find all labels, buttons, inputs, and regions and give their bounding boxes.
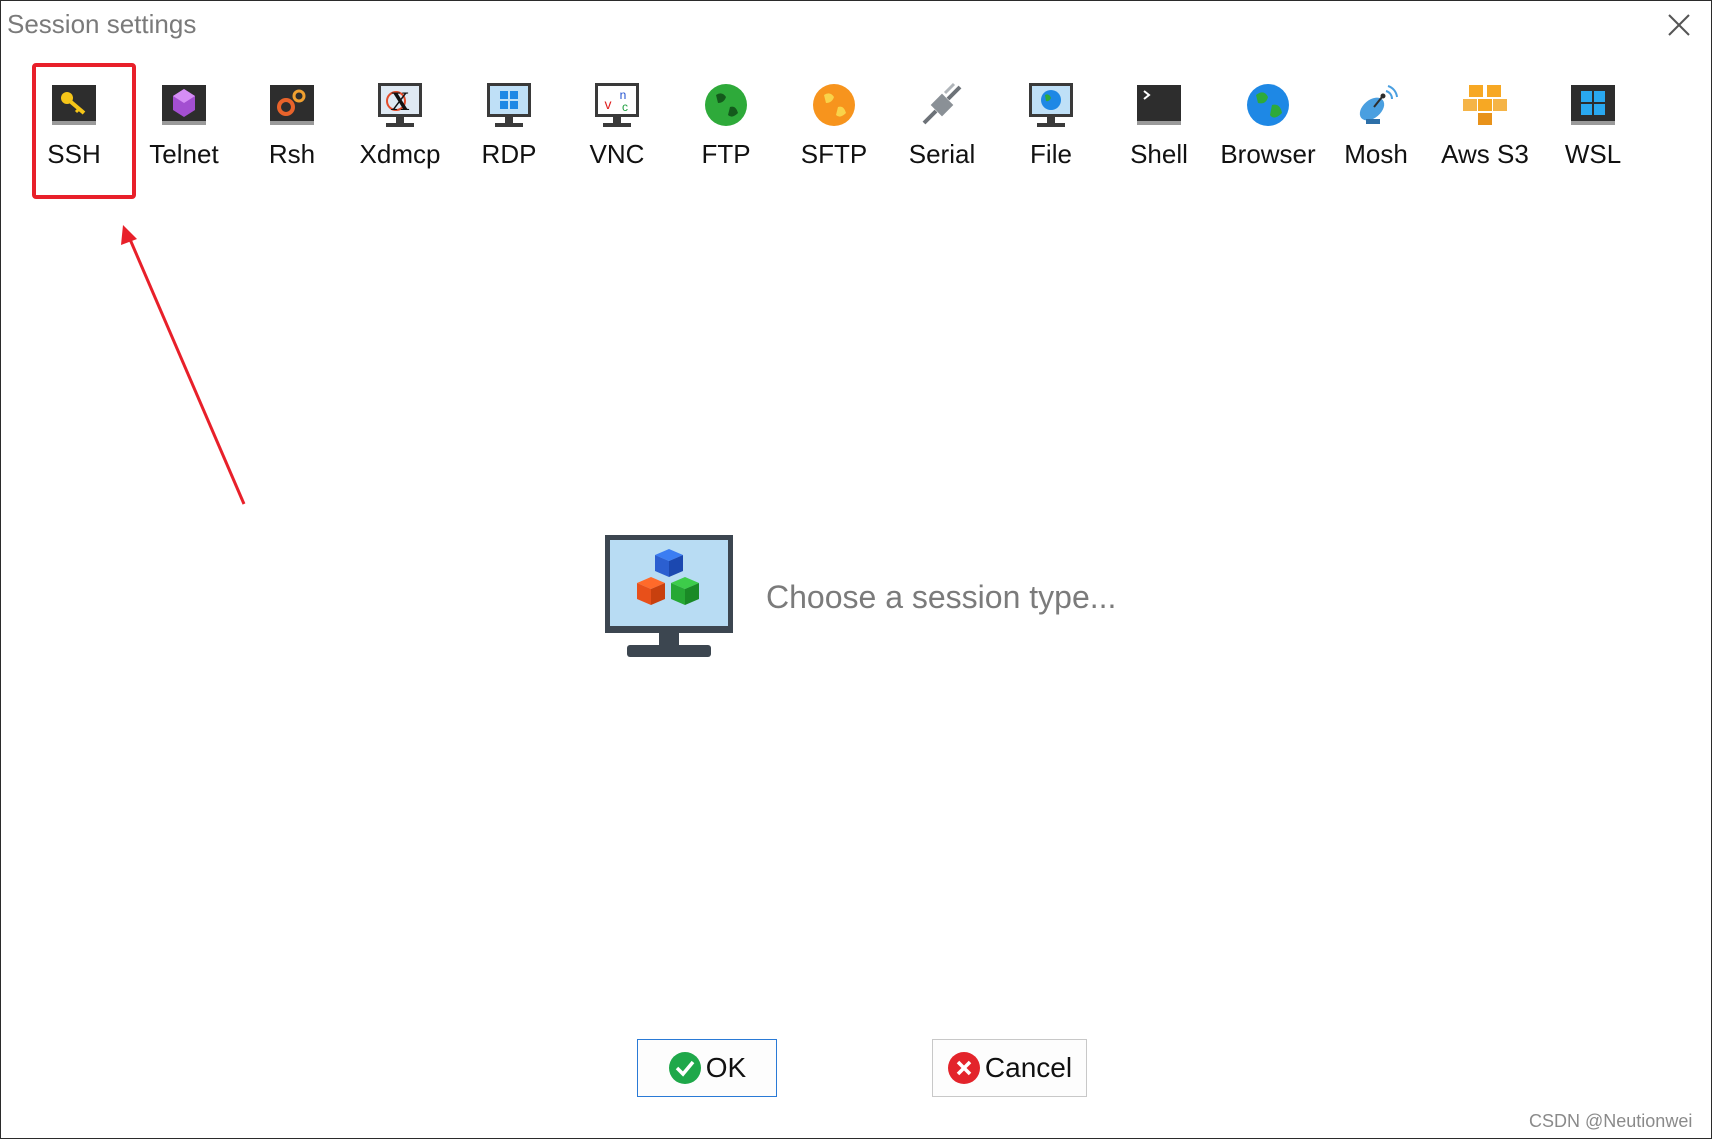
session-label: Aws S3 [1441,139,1529,169]
rsh-gears-icon [270,85,314,125]
session-type-vnc[interactable]: v n c VNC [567,79,667,179]
session-type-wsl[interactable]: WSL [1543,79,1643,179]
ok-button[interactable]: OK [637,1039,777,1097]
session-label: RDP [481,139,537,169]
session-label: File [1030,139,1072,169]
ok-button-label: OK [705,1052,747,1083]
session-label: Serial [908,139,976,169]
session-type-sftp[interactable]: SFTP [784,79,884,179]
session-label: Browser [1220,139,1316,169]
session-type-browser[interactable]: Browser [1218,79,1318,179]
session-label: WSL [1564,139,1622,169]
browser-globe-icon [1247,84,1289,126]
telnet-icon [162,85,206,125]
file-globe-icon [1029,83,1073,127]
session-label: FTP [701,139,751,169]
session-monitor-icon [605,535,733,657]
session-label: VNC [589,139,645,169]
session-type-xdmcp[interactable]: X Xdmcp [350,79,450,179]
session-type-telnet[interactable]: Telnet [134,79,234,179]
xdmcp-icon: X [378,83,422,127]
session-label: Rsh [268,139,316,169]
session-type-aws-s3[interactable]: Aws S3 [1435,79,1535,179]
vnc-icon: v n c [595,83,639,127]
ftp-globe-icon [705,84,747,126]
session-type-serial[interactable]: Serial [892,79,992,179]
dialog-title: Session settings [7,9,197,39]
session-type-rdp[interactable]: RDP [459,79,559,179]
session-label: Mosh [1344,139,1408,169]
session-label: Xdmcp [359,139,441,169]
session-type-shell[interactable]: Shell [1109,79,1209,179]
svg-text:v: v [605,96,612,112]
session-label: SFTP [800,139,868,169]
watermark: CSDN @Neutionwei [1529,1111,1693,1131]
wsl-windows-icon [1571,85,1615,125]
session-type-file[interactable]: File [1001,79,1101,179]
cancel-x-icon [947,1052,980,1084]
aws-s3-cubes-icon [1463,85,1507,125]
session-label: Telnet [149,139,219,169]
session-settings-dialog: Session settings SSH Telnet Rsh X Xdmcp … [0,0,1712,1139]
mosh-satellite-icon [1359,85,1398,124]
svg-text:X: X [391,87,410,116]
ssh-highlight-box [32,63,136,199]
checkmark-icon [668,1052,701,1084]
svg-text:c: c [622,100,628,114]
cancel-button[interactable]: Cancel [932,1039,1087,1097]
close-icon [1668,14,1690,36]
session-type-ftp[interactable]: FTP [676,79,776,179]
serial-plug-icon [922,82,962,125]
rdp-windows-icon [487,83,531,127]
session-label: Shell [1130,139,1188,169]
session-type-mosh[interactable]: Mosh [1326,79,1426,179]
choose-session-prompt: Choose a session type... [766,579,1117,615]
shell-terminal-icon [1137,85,1181,125]
close-button[interactable] [1657,7,1697,43]
sftp-globe-icon [813,84,855,126]
session-type-rsh[interactable]: Rsh [242,79,342,179]
cancel-button-label: Cancel [984,1052,1073,1083]
